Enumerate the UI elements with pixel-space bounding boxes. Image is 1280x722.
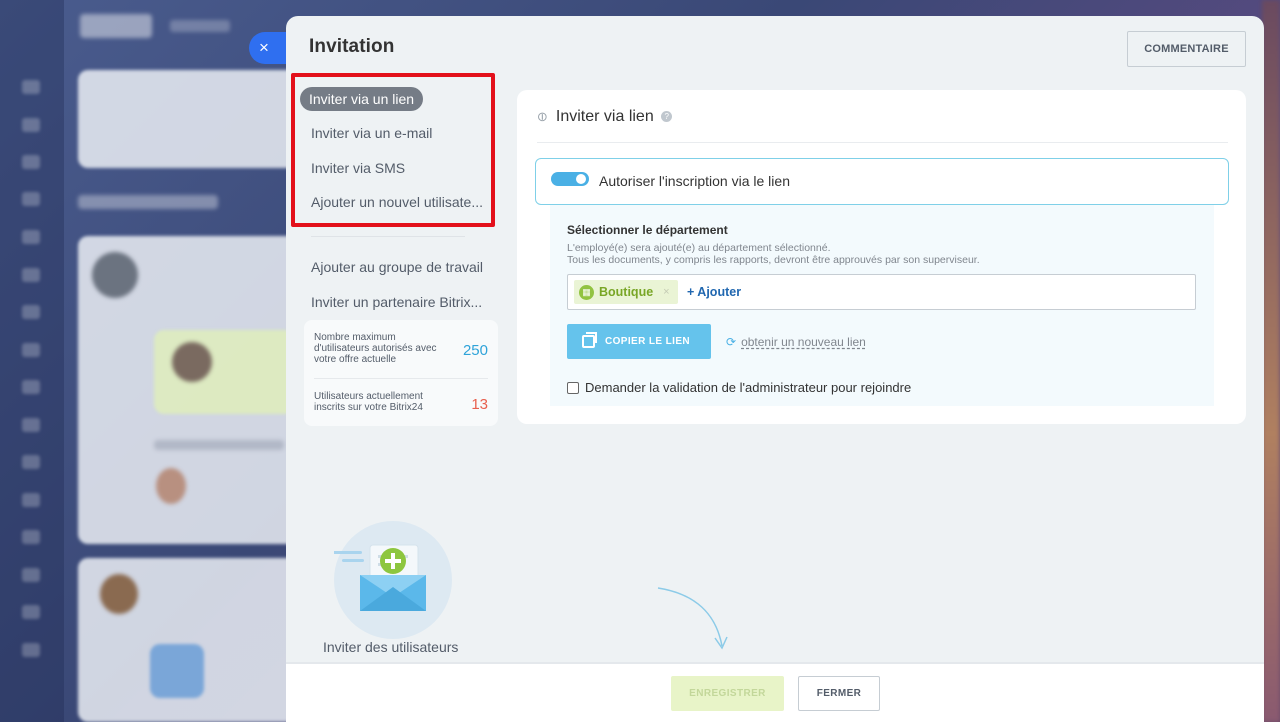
admin-approval-checkbox[interactable] [567,381,579,394]
close-slider-button[interactable]: × [249,32,289,64]
allow-link-registration-toggle[interactable] [551,172,589,186]
allow-link-registration-box: Autoriser l'inscription via le lien [535,158,1229,205]
refresh-icon: ⟳ [726,335,737,349]
background-composer [78,70,298,168]
admin-approval-label: Demander la validation de l'administrate… [585,380,912,395]
menu-item-invite-sms[interactable]: Inviter via SMS [311,160,405,176]
hint-arrow-icon [657,587,728,650]
chip-remove-icon[interactable]: × [663,286,669,298]
department-chip: ▦ Boutique × [574,280,678,304]
envelope-plus-icon [332,521,452,639]
close-icon: × [259,38,269,57]
copy-link-label: COPIER LE LIEN [605,336,691,347]
background-logo [80,14,152,38]
current-users-value: 13 [471,396,488,413]
menu-item-invite-link[interactable]: Inviter via un lien [300,87,424,111]
current-users-label: Utilisateurs actuellement inscrits sur v… [314,391,423,413]
new-link-label: obtenir un nouveau lien [741,335,866,349]
page-title: Invitation [309,36,395,57]
toggle-label: Autoriser l'inscription via le lien [599,173,790,189]
card-heading: ⊘ Inviter via lien ? [533,107,673,126]
copy-icon [582,332,597,348]
menu-item-invite-partner[interactable]: Inviter un partenaire Bitrix... [311,294,482,310]
max-users-value: 250 [462,342,488,359]
panel-footer: ENREGISTRER FERMER [286,662,1264,722]
card-heading-text: Inviter via lien [555,108,654,125]
background-title [170,20,230,32]
add-department-link[interactable]: + Ajouter [687,285,741,299]
invitation-panel: Invitation COMMENTAIRE Inviter via un li… [286,16,1264,722]
illustration-caption: Inviter des utilisateurs [323,639,459,655]
close-button[interactable]: FERMER [798,676,880,711]
menu-item-invite-email[interactable]: Inviter via un e-mail [311,125,432,141]
link-icon: ⊘ [532,107,552,126]
background-left-menu [0,0,64,722]
help-icon[interactable]: ? [661,111,673,123]
menu-divider [311,236,465,237]
department-chip-label: Boutique [599,285,654,299]
max-users-label: Nombre maximum d'utilisateurs autorisés … [314,332,437,365]
new-link-button[interactable]: ⟳ obtenir un nouveau lien [726,335,866,349]
department-selector[interactable]: ▦ Boutique × + Ajouter [567,274,1196,310]
menu-item-add-workgroup[interactable]: Ajouter au groupe de travail [311,259,483,275]
menu-item-add-user[interactable]: Ajouter un nouvel utilisate... [311,194,483,210]
building-icon: ▦ [579,284,594,300]
user-stats-box: Nombre maximum d'utilisateurs autorisés … [304,320,498,426]
invite-link-card: ⊘ Inviter via lien ? Autoriser l'inscript… [517,90,1246,424]
copy-link-button[interactable]: COPIER LE LIEN [567,324,711,359]
department-description: L'employé(e) sera ajouté(e) au départeme… [567,242,980,266]
comment-button[interactable]: COMMENTAIRE [1127,31,1246,67]
department-section: Sélectionner le département L'employé(e)… [550,205,1214,406]
department-title: Sélectionner le département [567,223,728,237]
admin-approval-row[interactable]: Demander la validation de l'administrate… [567,380,911,395]
save-button[interactable]: ENREGISTRER [671,676,784,711]
